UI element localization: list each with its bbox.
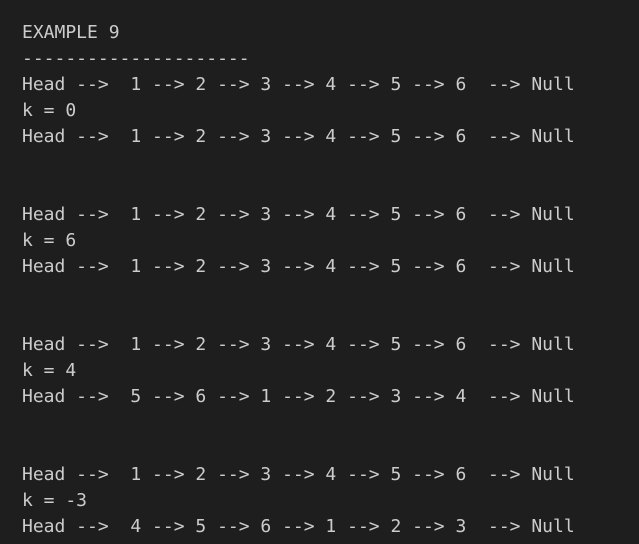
output-line: Head --> 1 --> 2 --> 3 --> 4 --> 5 --> 6… xyxy=(22,74,575,95)
output-line: Head --> 1 --> 2 --> 3 --> 4 --> 5 --> 6… xyxy=(22,256,575,277)
output-line: Head --> 1 --> 2 --> 3 --> 4 --> 5 --> 6… xyxy=(22,126,575,147)
separator-line: --------------------- xyxy=(22,48,250,69)
output-line: k = 6 xyxy=(22,230,77,251)
output-line: k = 0 xyxy=(22,100,77,121)
output-line: k = -3 xyxy=(22,490,88,511)
example-title: EXAMPLE 9 xyxy=(22,22,120,43)
output-line: Head --> 1 --> 2 --> 3 --> 4 --> 5 --> 6… xyxy=(22,204,575,225)
output-line: k = 4 xyxy=(22,360,77,381)
output-line: Head --> 1 --> 2 --> 3 --> 4 --> 5 --> 6… xyxy=(22,464,575,485)
output-line: Head --> 4 --> 5 --> 6 --> 1 --> 2 --> 3… xyxy=(22,516,575,537)
output-line: Head --> 1 --> 2 --> 3 --> 4 --> 5 --> 6… xyxy=(22,334,575,355)
output-line: Head --> 5 --> 6 --> 1 --> 2 --> 3 --> 4… xyxy=(22,386,575,407)
terminal-output: EXAMPLE 9 --------------------- Head -->… xyxy=(0,0,639,544)
